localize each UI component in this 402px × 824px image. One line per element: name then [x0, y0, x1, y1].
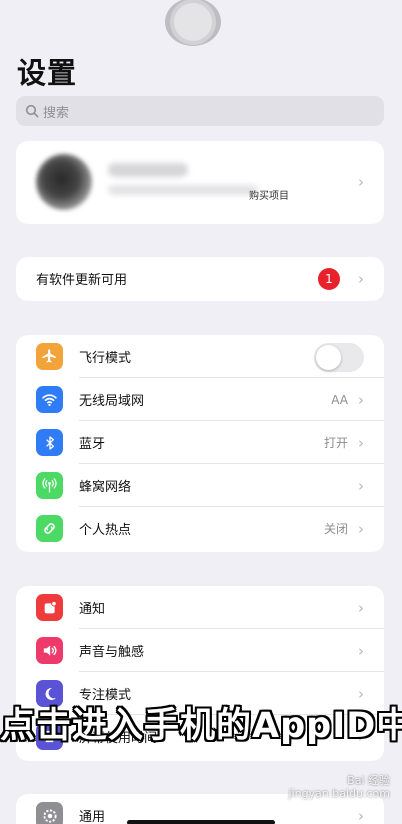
- update-badge: 1: [318, 268, 340, 290]
- airplane-mode-label: 飞行模式: [79, 351, 132, 366]
- connectivity-group: 飞行模式 无线局域网 AA › 蓝牙 打开 › 蜂窝网络 › 个人热点 关闭 ›: [16, 335, 384, 552]
- airplane-mode-toggle[interactable]: [314, 343, 364, 372]
- chevron-right-icon: ›: [358, 806, 364, 824]
- software-update-label: 有软件更新可用: [36, 273, 128, 288]
- chevron-right-icon: ›: [358, 173, 364, 191]
- row-wifi[interactable]: 无线局域网 AA ›: [16, 378, 384, 421]
- page-title: 设置: [17, 56, 78, 90]
- cellular-icon: [36, 472, 63, 499]
- bluetooth-icon: [36, 429, 63, 456]
- row-airplane-mode[interactable]: 飞行模式: [16, 335, 384, 378]
- row-personal-hotspot[interactable]: 个人热点 关闭 ›: [16, 507, 384, 550]
- wifi-label: 无线局域网: [79, 394, 145, 409]
- home-indicator[interactable]: [127, 820, 275, 824]
- chevron-right-icon: ›: [358, 433, 364, 452]
- row-cellular[interactable]: 蜂窝网络 ›: [16, 464, 384, 507]
- tutorial-caption: 点击进入手机的AppID中: [0, 706, 402, 746]
- gear-icon: [36, 802, 63, 824]
- chevron-right-icon: ›: [358, 598, 364, 617]
- sounds-label: 声音与触感: [79, 645, 145, 660]
- software-update-row[interactable]: 有软件更新可用 1 ›: [16, 257, 384, 301]
- apple-id-card[interactable]: 购买项目 ›: [16, 141, 384, 224]
- wifi-icon: [36, 386, 63, 413]
- avatar: [36, 154, 92, 210]
- bluetooth-label: 蓝牙: [79, 437, 106, 452]
- profile-name-blurred: [108, 163, 188, 177]
- hotspot-label: 个人热点: [79, 523, 132, 538]
- sound-icon: [36, 637, 63, 664]
- hotspot-value: 关闭: [323, 522, 348, 536]
- general-label: 通用: [79, 810, 106, 824]
- baidu-jingyan-watermark: Bai 经验 jingyan.baidu.com: [288, 774, 390, 800]
- hotspot-icon: [36, 515, 63, 542]
- notification-icon: [36, 594, 63, 621]
- search-input[interactable]: 搜索: [16, 96, 384, 126]
- profile-subtitle-blurred: [108, 185, 258, 195]
- cellular-label: 蜂窝网络: [79, 480, 132, 495]
- search-placeholder: 搜索: [43, 105, 70, 121]
- search-icon: [25, 104, 39, 118]
- chevron-right-icon: ›: [358, 476, 364, 495]
- assistive-touch-button[interactable]: [165, 0, 221, 46]
- bluetooth-value: 打开: [323, 436, 348, 450]
- row-notifications[interactable]: 通知 ›: [16, 586, 384, 629]
- row-bluetooth[interactable]: 蓝牙 打开 ›: [16, 421, 384, 464]
- chevron-right-icon: ›: [358, 519, 364, 538]
- chevron-right-icon: ›: [358, 641, 364, 660]
- notifications-label: 通知: [79, 602, 106, 617]
- wifi-value: AA: [331, 392, 348, 407]
- profile-subtitle: 购买项目: [249, 191, 289, 202]
- chevron-right-icon: ›: [358, 269, 364, 288]
- airplane-icon: [36, 343, 63, 370]
- row-sounds-haptics[interactable]: 声音与触感 ›: [16, 629, 384, 672]
- chevron-right-icon: ›: [358, 390, 364, 409]
